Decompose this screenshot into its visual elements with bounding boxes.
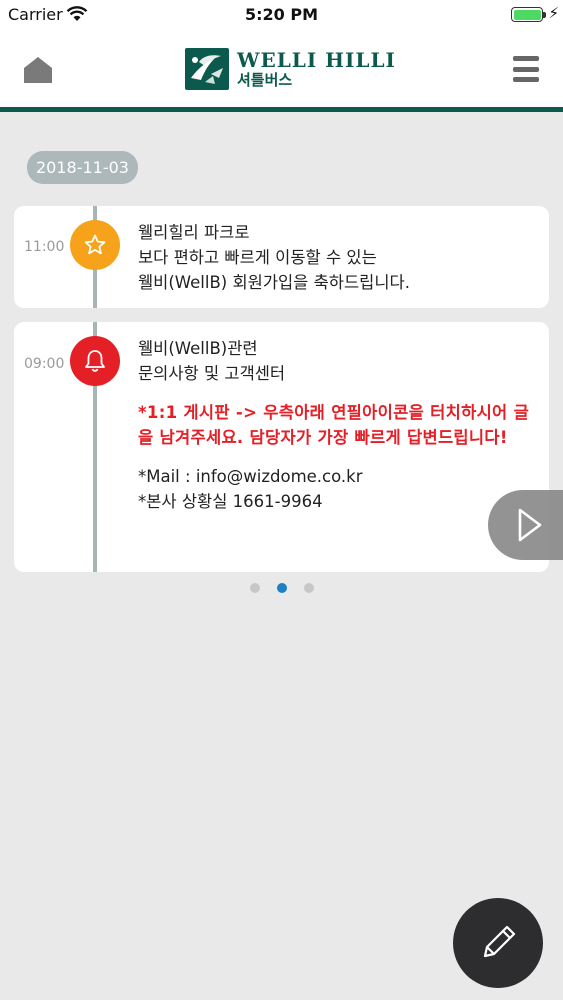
compose-button[interactable] xyxy=(453,898,543,988)
logo-subtitle: 셔틀버스 xyxy=(237,71,293,89)
status-time: 5:20 PM xyxy=(244,5,318,24)
message-type-badge xyxy=(70,336,120,386)
app-header: WELLI HILLI 셔틀버스 xyxy=(0,30,563,112)
bolt-icon: ⚡ xyxy=(548,4,559,22)
message-body: 웰리힐리 파크로 보다 편하고 빠르게 이동할 수 있는 웰비(WellB) 회… xyxy=(138,220,535,295)
page-dot-active[interactable] xyxy=(276,583,287,593)
notice-text: *1:1 게시판 -> 우측아래 연필아이콘을 터치하시어 글을 남겨주세요. … xyxy=(138,403,530,447)
message-line: 웰비(WellB) 회원가입을 축하드립니다. xyxy=(138,273,410,292)
menu-button[interactable] xyxy=(513,54,539,84)
contact-email: *Mail : info@wizdome.co.kr xyxy=(138,467,363,486)
page-dot[interactable] xyxy=(249,583,260,593)
message-card[interactable]: 09:00 웰비(WellB)관련 문의사항 및 고객센터 *1:1 게시판 -… xyxy=(14,322,549,572)
pencil-icon xyxy=(483,925,516,958)
home-icon xyxy=(24,57,52,83)
message-time: 11:00 xyxy=(24,239,65,255)
page-dot[interactable] xyxy=(303,583,314,593)
message-line: 문의사항 및 고객센터 xyxy=(138,364,286,383)
brand-logo: WELLI HILLI 셔틀버스 xyxy=(185,48,396,90)
hamburger-menu-icon xyxy=(513,56,539,61)
chevron-right-icon xyxy=(518,508,542,542)
message-line: 웰비(WellB)관련 xyxy=(138,339,258,358)
battery-tip xyxy=(543,12,546,18)
status-bar: Carrier 5:20 PM ⚡ xyxy=(0,0,563,30)
star-icon xyxy=(84,234,106,255)
page-indicator xyxy=(0,583,563,593)
battery-icon xyxy=(511,7,543,22)
message-body: 웰비(WellB)관련 문의사항 및 고객센터 *1:1 게시판 -> 우측아래… xyxy=(138,336,535,514)
logo-title: WELLI HILLI xyxy=(237,48,396,72)
message-line: 보다 편하고 빠르게 이동할 수 있는 xyxy=(138,248,377,267)
message-line: 웰리힐리 파크로 xyxy=(138,223,250,242)
contact-phone: *본사 상황실 1661-9964 xyxy=(138,492,323,511)
bell-icon xyxy=(85,350,105,372)
date-badge: 2018-11-03 xyxy=(27,151,138,184)
hamburger-line xyxy=(513,77,539,82)
logo-mark xyxy=(185,48,229,90)
message-card[interactable]: 11:00 웰리힐리 파크로 보다 편하고 빠르게 이동할 수 있는 웰비(We… xyxy=(14,206,549,308)
next-page-button[interactable] xyxy=(488,490,563,560)
message-time: 09:00 xyxy=(24,356,65,372)
hamburger-line xyxy=(513,66,539,72)
message-type-badge xyxy=(70,220,120,270)
home-button[interactable] xyxy=(22,54,54,86)
